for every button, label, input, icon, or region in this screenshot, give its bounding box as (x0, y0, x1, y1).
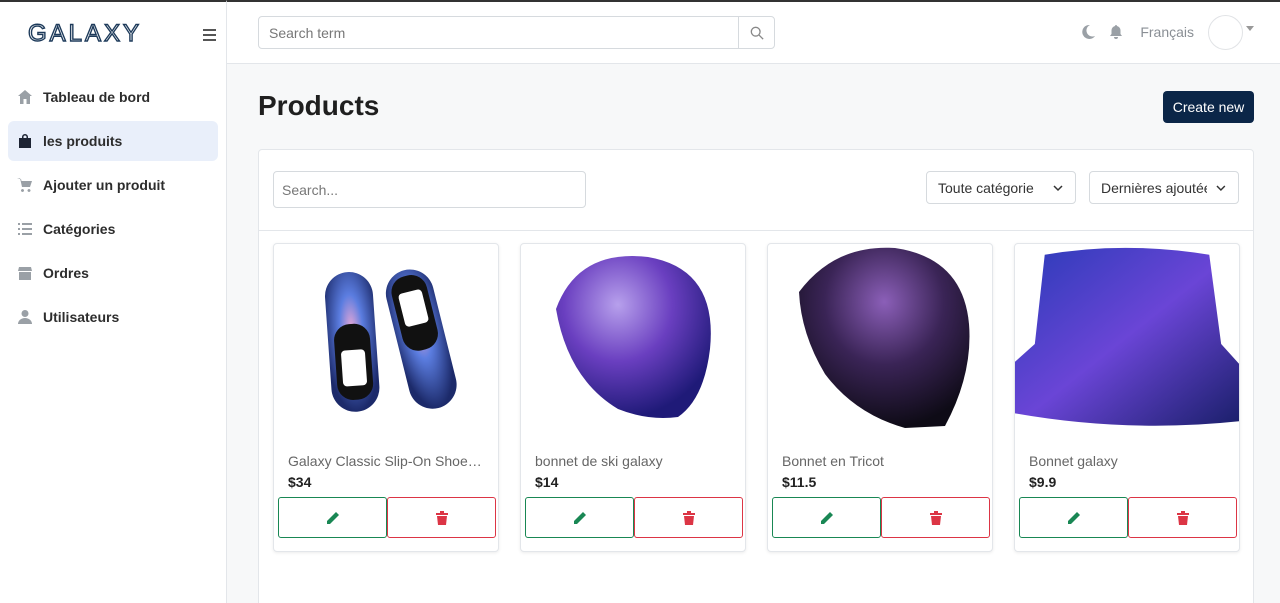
product-name[interactable]: Galaxy Classic Slip-On Shoes (Customized… (288, 453, 488, 469)
product-price: $11.5 (782, 474, 817, 490)
sort-select-value: Dernières ajoutée (1101, 179, 1208, 196)
sidebar-item-users[interactable]: Utilisateurs (8, 297, 218, 337)
delete-button[interactable] (881, 497, 990, 538)
header-search-button[interactable] (738, 17, 774, 48)
sort-select[interactable]: Dernières ajoutée (1089, 171, 1239, 204)
product-price: $14 (535, 474, 559, 490)
galaxy-logo[interactable]: GALAXY (28, 20, 180, 46)
sidebar-item-label: Catégories (43, 221, 116, 237)
pencil-icon (820, 511, 833, 524)
product-name[interactable]: Bonnet galaxy (1029, 453, 1229, 469)
header-search (258, 16, 775, 49)
sidebar-item-orders[interactable]: Ordres (8, 253, 218, 293)
header-actions: Français (1080, 14, 1254, 50)
sidebar-item-label: Utilisateurs (43, 309, 120, 325)
product-image[interactable] (768, 244, 992, 434)
pencil-icon (1067, 511, 1080, 524)
delete-button[interactable] (1128, 497, 1237, 538)
store-icon (16, 264, 34, 282)
moon-icon[interactable] (1080, 24, 1096, 40)
edit-button[interactable] (278, 497, 387, 538)
sidebar-menu: Tableau de bord les produits Ajouter un … (0, 64, 226, 337)
create-new-button[interactable]: Create new (1163, 91, 1254, 123)
sidebar: GALAXY Tableau de bord les produits Ajou… (0, 0, 227, 603)
product-name[interactable]: Bonnet en Tricot (782, 453, 982, 469)
page-title: Products (258, 90, 380, 121)
sidebar-item-dashboard[interactable]: Tableau de bord (8, 77, 218, 117)
delete-button[interactable] (634, 497, 743, 538)
language-selector[interactable]: Français (1140, 24, 1194, 40)
product-image[interactable] (274, 244, 498, 434)
category-select-value: Toute catégorie (938, 179, 1034, 196)
sidebar-item-add-product[interactable]: Ajouter un produit (8, 165, 218, 205)
product-card[interactable]: Galaxy Classic Slip-On Shoes (Customized… (273, 243, 499, 552)
sidebar-item-label: Ajouter un produit (43, 177, 166, 193)
bell-icon[interactable] (1108, 24, 1124, 40)
brand: GALAXY (0, 2, 226, 64)
products-card: Toute catégorie Dernières ajoutée (258, 149, 1254, 603)
product-card[interactable]: Bonnet galaxy $9.9 (1014, 243, 1240, 552)
sidebar-item-label: Tableau de bord (43, 89, 151, 105)
edit-button[interactable] (1019, 497, 1128, 538)
sidebar-item-label: les produits (43, 133, 123, 149)
edit-button[interactable] (772, 497, 881, 538)
edit-button[interactable] (525, 497, 634, 538)
product-image[interactable] (521, 244, 745, 434)
chevron-down-icon[interactable] (1246, 25, 1254, 31)
menu-toggle-icon[interactable] (203, 29, 216, 44)
trash-icon (929, 510, 942, 525)
product-actions (1019, 497, 1237, 538)
product-price: $34 (288, 474, 312, 490)
trash-icon (435, 510, 448, 525)
user-icon (16, 308, 34, 326)
delete-button[interactable] (387, 497, 496, 538)
chevron-down-icon (1216, 185, 1226, 191)
trash-icon (1176, 510, 1189, 525)
product-search-input[interactable] (273, 171, 586, 208)
pencil-icon (326, 511, 339, 524)
product-card[interactable]: bonnet de ski galaxy $14 (520, 243, 746, 552)
category-select[interactable]: Toute catégorie (926, 171, 1076, 204)
product-price: $9.9 (1029, 474, 1057, 490)
product-name[interactable]: bonnet de ski galaxy (535, 453, 735, 469)
top-header: Français (227, 0, 1280, 64)
header-search-input[interactable] (259, 17, 738, 48)
pencil-icon (573, 511, 586, 524)
product-image[interactable] (1015, 244, 1239, 434)
svg-text:GALAXY: GALAXY (28, 20, 142, 46)
product-actions (772, 497, 990, 538)
sidebar-item-products[interactable]: les produits (8, 121, 218, 161)
sidebar-item-categories[interactable]: Catégories (8, 209, 218, 249)
search-icon (750, 26, 764, 40)
shopping-bag-icon (16, 132, 34, 150)
product-actions (278, 497, 496, 538)
sidebar-item-label: Ordres (43, 265, 89, 281)
list-icon (16, 220, 34, 238)
product-actions (525, 497, 743, 538)
products-filter-bar: Toute catégorie Dernières ajoutée (259, 150, 1253, 231)
trash-icon (682, 510, 695, 525)
cart-plus-icon (16, 176, 34, 194)
chevron-down-icon (1053, 184, 1063, 191)
product-card[interactable]: Bonnet en Tricot $11.5 (767, 243, 993, 552)
home-icon (16, 88, 34, 106)
avatar[interactable] (1208, 14, 1243, 50)
